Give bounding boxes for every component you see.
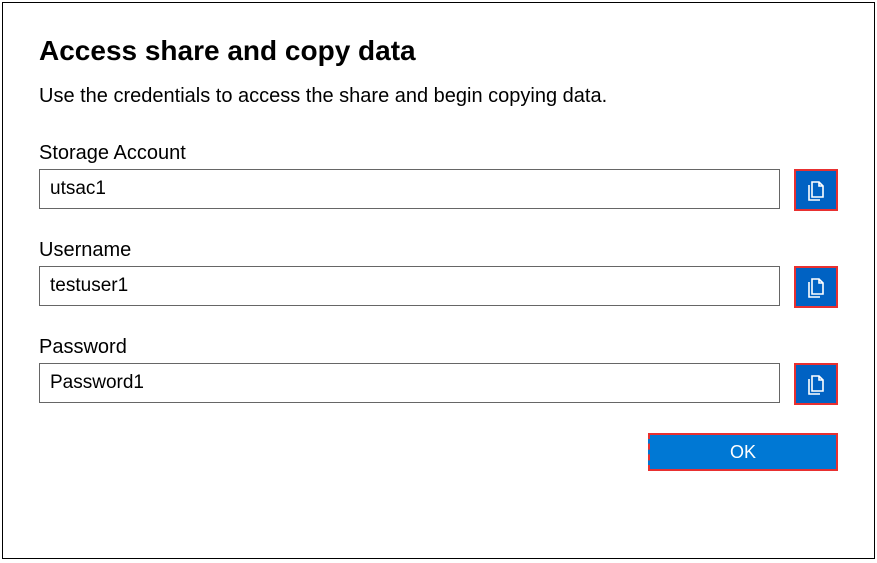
password-label: Password	[39, 336, 838, 359]
storage-account-input[interactable]	[39, 169, 780, 209]
copy-username-button[interactable]	[794, 266, 838, 308]
username-group: Username	[39, 239, 838, 308]
username-label: Username	[39, 239, 838, 262]
copy-storage-account-button[interactable]	[794, 169, 838, 211]
password-input[interactable]	[39, 363, 780, 403]
username-row	[39, 266, 838, 308]
ok-button[interactable]: OK	[648, 433, 838, 471]
storage-account-group: Storage Account	[39, 142, 838, 211]
password-group: Password	[39, 336, 838, 405]
storage-account-row	[39, 169, 838, 211]
copy-icon	[806, 373, 826, 395]
dialog-subtitle: Use the credentials to access the share …	[39, 85, 838, 108]
username-input[interactable]	[39, 266, 780, 306]
storage-account-label: Storage Account	[39, 142, 838, 165]
dialog-button-row: OK	[39, 433, 838, 471]
access-share-dialog: Access share and copy data Use the crede…	[2, 2, 875, 559]
copy-icon	[806, 276, 826, 298]
copy-password-button[interactable]	[794, 363, 838, 405]
copy-icon	[806, 179, 826, 201]
password-row	[39, 363, 838, 405]
dialog-title: Access share and copy data	[39, 35, 838, 67]
